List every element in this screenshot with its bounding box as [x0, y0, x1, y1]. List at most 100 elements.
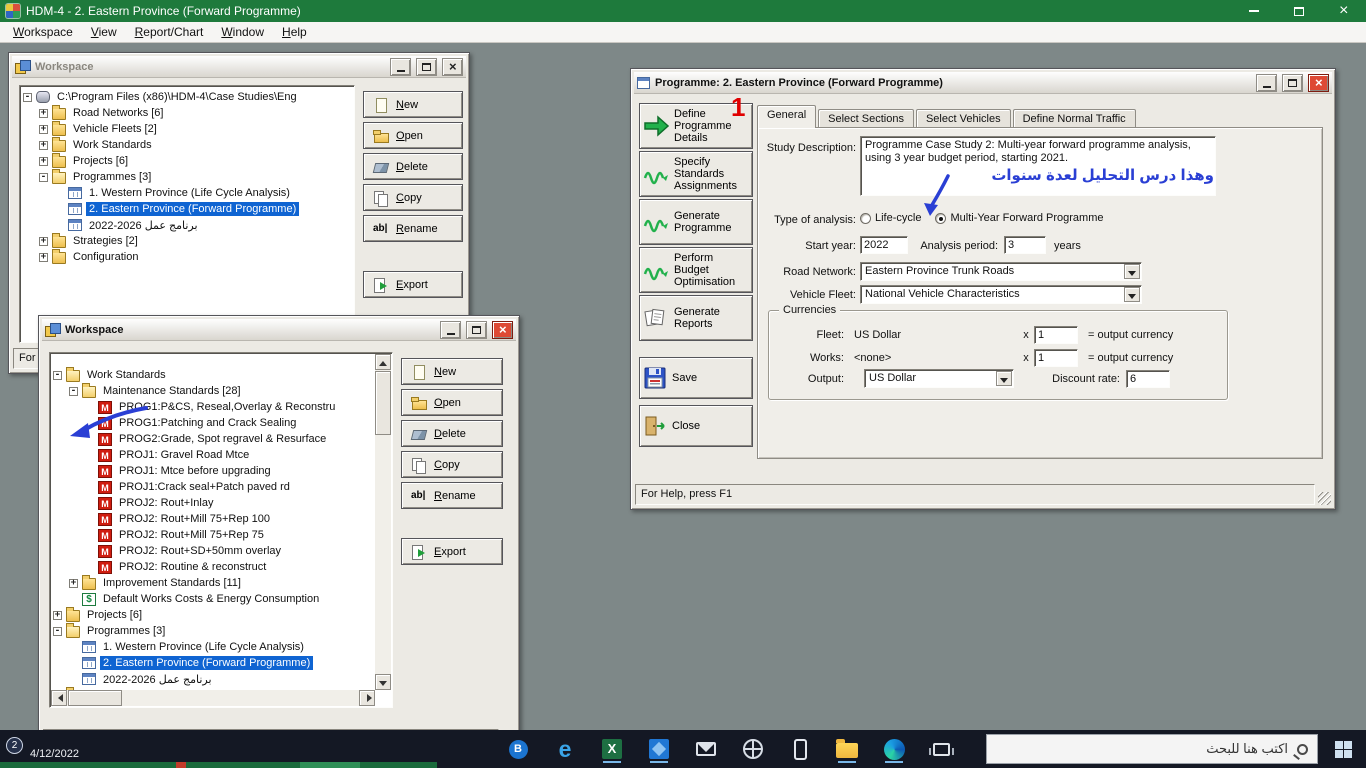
- tree-expand-toggle[interactable]: +: [39, 108, 48, 118]
- taskbar-search[interactable]: اكتب هنا للبحث: [986, 734, 1318, 764]
- analysis-period-input[interactable]: 3: [1004, 236, 1046, 254]
- generate-reports-button[interactable]: Generate Reports: [639, 295, 753, 341]
- file-explorer-icon[interactable]: [835, 735, 859, 763]
- minimize-button[interactable]: [1231, 0, 1276, 22]
- tree-item[interactable]: PROJ2: Routine & reconstruct: [50, 559, 392, 575]
- tree-item[interactable]: PROJ2: Rout+Mill 75+Rep 100: [50, 511, 392, 527]
- tree-item[interactable]: - Maintenance Standards [28]: [50, 383, 392, 399]
- discount-rate-input[interactable]: 6: [1126, 369, 1170, 388]
- specify-standards-assignments-button[interactable]: Specify Standards Assignments: [639, 151, 753, 197]
- tree-expand-toggle[interactable]: -: [53, 370, 62, 380]
- scroll-up-button[interactable]: [375, 354, 391, 370]
- task-view-icon[interactable]: [928, 735, 954, 763]
- tree-item[interactable]: - Work Standards: [50, 367, 392, 383]
- resize-grip[interactable]: [1318, 492, 1331, 505]
- rename-button[interactable]: Rename: [401, 482, 503, 509]
- tree-item[interactable]: برنامج عمل 2026-2022: [20, 217, 354, 233]
- menu-item[interactable]: Workspace: [4, 22, 82, 42]
- scroll-thumb[interactable]: [68, 690, 122, 706]
- browser-icon[interactable]: [882, 735, 906, 763]
- tree-item[interactable]: PROJ1: Gravel Road Mtce: [50, 447, 392, 463]
- bluetooth-icon[interactable]: [506, 735, 530, 763]
- dropdown-arrow-icon[interactable]: [996, 371, 1012, 386]
- open-button[interactable]: Open: [363, 122, 463, 149]
- window-titlebar[interactable]: Workspace: [42, 319, 516, 341]
- new-button[interactable]: New: [401, 358, 503, 385]
- rename-button[interactable]: Rename: [363, 215, 463, 242]
- open-button[interactable]: Open: [401, 389, 503, 416]
- minimize-button[interactable]: [440, 320, 461, 339]
- tree-item[interactable]: برنامج عمل 2026-2022: [50, 671, 392, 687]
- maximize-button[interactable]: [1276, 0, 1321, 22]
- scroll-right-button[interactable]: [359, 690, 375, 706]
- currency-factor-input[interactable]: 1: [1034, 325, 1078, 344]
- tree-expand-toggle[interactable]: -: [23, 92, 32, 102]
- network-globe-icon[interactable]: [741, 735, 765, 763]
- dropdown-arrow-icon[interactable]: [1124, 287, 1140, 302]
- tree-item[interactable]: 2. Eastern Province (Forward Programme): [50, 655, 392, 671]
- tree-item[interactable]: + Vehicle Fleets [2]: [20, 121, 354, 137]
- scroll-thumb[interactable]: [375, 371, 391, 435]
- minimize-button[interactable]: [1256, 73, 1277, 92]
- horizontal-scrollbar[interactable]: [51, 690, 375, 706]
- delete-button[interactable]: Delete: [363, 153, 463, 180]
- minimize-button[interactable]: [390, 57, 411, 76]
- generate-programme-button[interactable]: Generate Programme: [639, 199, 753, 245]
- restore-button[interactable]: [416, 57, 437, 76]
- tree-item[interactable]: + Projects [6]: [50, 607, 392, 623]
- menu-item[interactable]: View: [82, 22, 126, 42]
- close-button[interactable]: Close: [639, 405, 753, 447]
- window-titlebar[interactable]: Workspace: [12, 56, 466, 78]
- edge-icon[interactable]: [553, 735, 577, 763]
- tree-expand-toggle[interactable]: +: [69, 578, 78, 588]
- close-button[interactable]: [1308, 73, 1329, 92]
- dropdown-arrow-icon[interactable]: [1124, 264, 1140, 279]
- scroll-down-button[interactable]: [375, 674, 391, 690]
- tree-expand-toggle[interactable]: +: [39, 124, 48, 134]
- menu-item[interactable]: Report/Chart: [126, 22, 213, 42]
- export-button[interactable]: Export: [363, 271, 463, 298]
- tree-expand-toggle[interactable]: +: [39, 156, 48, 166]
- restore-button[interactable]: [1282, 73, 1303, 92]
- copy-button[interactable]: Copy: [363, 184, 463, 211]
- road-network-select[interactable]: Eastern Province Trunk Roads: [860, 262, 1142, 281]
- tree-item[interactable]: 1. Western Province (Life Cycle Analysis…: [50, 639, 392, 655]
- window-titlebar[interactable]: Programme: 2. Eastern Province (Forward …: [634, 72, 1332, 94]
- tree-item[interactable]: - Programmes [3]: [20, 169, 354, 185]
- tree-item[interactable]: - Programmes [3]: [50, 623, 392, 639]
- currency-factor-input[interactable]: 1: [1034, 348, 1078, 367]
- menu-item[interactable]: Help: [273, 22, 316, 42]
- tab-define-normal-traffic[interactable]: Define Normal Traffic: [1012, 109, 1136, 128]
- restore-button[interactable]: [466, 320, 487, 339]
- tree-item[interactable]: + Road Networks [6]: [20, 105, 354, 121]
- notification-badge[interactable]: 2: [6, 737, 23, 754]
- scroll-left-button[interactable]: [51, 690, 67, 706]
- radio-circle-icon[interactable]: [860, 212, 871, 224]
- tree-item[interactable]: Default Works Costs & Energy Consumption: [50, 591, 392, 607]
- vertical-scrollbar[interactable]: [375, 354, 391, 690]
- copy-button[interactable]: Copy: [401, 451, 503, 478]
- tree-item[interactable]: 1. Western Province (Life Cycle Analysis…: [20, 185, 354, 201]
- tab-general[interactable]: General: [757, 105, 817, 128]
- perform-budget-optimisation-button[interactable]: Perform Budget Optimisation: [639, 247, 753, 293]
- tree-expand-toggle[interactable]: +: [53, 610, 62, 620]
- tree-item[interactable]: PROJ2: Rout+Mill 75+Rep 75: [50, 527, 392, 543]
- tree-expand-toggle[interactable]: +: [39, 252, 48, 262]
- tree-item[interactable]: PROJ2: Rout+Inlay: [50, 495, 392, 511]
- delete-button[interactable]: Delete: [401, 420, 503, 447]
- tree-item[interactable]: + Improvement Standards [11]: [50, 575, 392, 591]
- tree-expand-toggle[interactable]: -: [53, 626, 62, 636]
- tree-item[interactable]: + Strategies [2]: [20, 233, 354, 249]
- tree-expand-toggle[interactable]: -: [39, 172, 48, 182]
- tree-item[interactable]: PROJ2: Rout+SD+50mm overlay: [50, 543, 392, 559]
- start-button[interactable]: [1320, 730, 1366, 768]
- tree-expand-toggle[interactable]: -: [69, 386, 78, 396]
- close-button[interactable]: [442, 57, 463, 76]
- tree-item[interactable]: + Configuration: [20, 249, 354, 265]
- tree-item[interactable]: - C:\Program Files (x86)\HDM-4\Case Stud…: [20, 89, 354, 105]
- tree-item[interactable]: PROJ1: Mtce before upgrading: [50, 463, 392, 479]
- tree-item[interactable]: PROJ1:Crack seal+Patch paved rd: [50, 479, 392, 495]
- tree-expand-toggle[interactable]: +: [39, 236, 48, 246]
- save-button[interactable]: Save: [639, 357, 753, 399]
- tab-select-sections[interactable]: Select Sections: [818, 109, 914, 128]
